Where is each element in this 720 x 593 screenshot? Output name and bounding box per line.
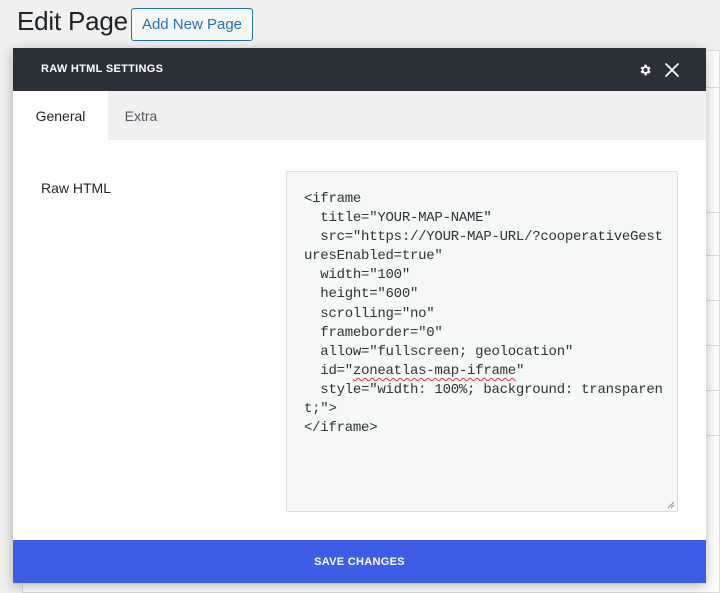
code-line: frameborder="0" [304,324,443,341]
gear-icon [640,64,651,76]
background-divider [705,390,720,391]
raw-html-settings-modal: RAW HTML SETTINGS General Extra Raw HTML… [13,48,706,583]
code-line: title="YOUR-MAP-NAME" [304,210,492,227]
page-header: Edit Page Add New Page [0,0,720,48]
spellcheck-flagged-text: zoneatlas-map-iframe [352,362,516,379]
code-line: </iframe> [304,420,378,437]
raw-html-label: Raw HTML [41,180,112,196]
code-line: scrolling="no" [304,305,435,322]
resize-handle-icon[interactable] [666,500,675,509]
code-line-id-suffix: " [515,362,525,379]
raw-html-textarea[interactable]: <iframe title="YOUR-MAP-NAME" src="https… [286,171,678,512]
background-divider [705,345,720,346]
background-divider [705,300,720,301]
modal-title: RAW HTML SETTINGS [41,63,164,75]
code-line: width="100" [304,267,410,284]
background-divider [705,435,720,436]
code-line: t;"> [304,401,337,418]
code-line: uresEnabled=true" [304,248,443,265]
code-line: style="width: 100%; background: transpar… [304,381,663,398]
code-line: src="https://YOUR-MAP-URL/?cooperativeGe… [304,229,663,246]
close-button[interactable] [662,60,682,80]
code-line: allow="fullscreen; geolocation" [304,343,573,360]
modal-tabs: General Extra [13,91,706,140]
code-line-id-prefix: id=" [304,362,353,379]
tab-extra[interactable]: Extra [108,91,174,140]
code-line: <iframe [304,191,362,207]
page-title: Edit Page [17,6,128,36]
raw-html-code: <iframe title="YOUR-MAP-NAME" src="https… [304,190,674,438]
save-changes-button[interactable]: SAVE CHANGES [13,540,706,583]
background-divider [705,255,720,256]
modal-header: RAW HTML SETTINGS [13,48,706,91]
settings-button[interactable] [635,60,655,80]
tab-general[interactable]: General [13,91,108,140]
background-divider [705,212,720,213]
background-divider [705,87,720,88]
add-new-page-button[interactable]: Add New Page [131,8,253,41]
close-icon [665,63,679,77]
code-line: height="600" [304,286,419,303]
